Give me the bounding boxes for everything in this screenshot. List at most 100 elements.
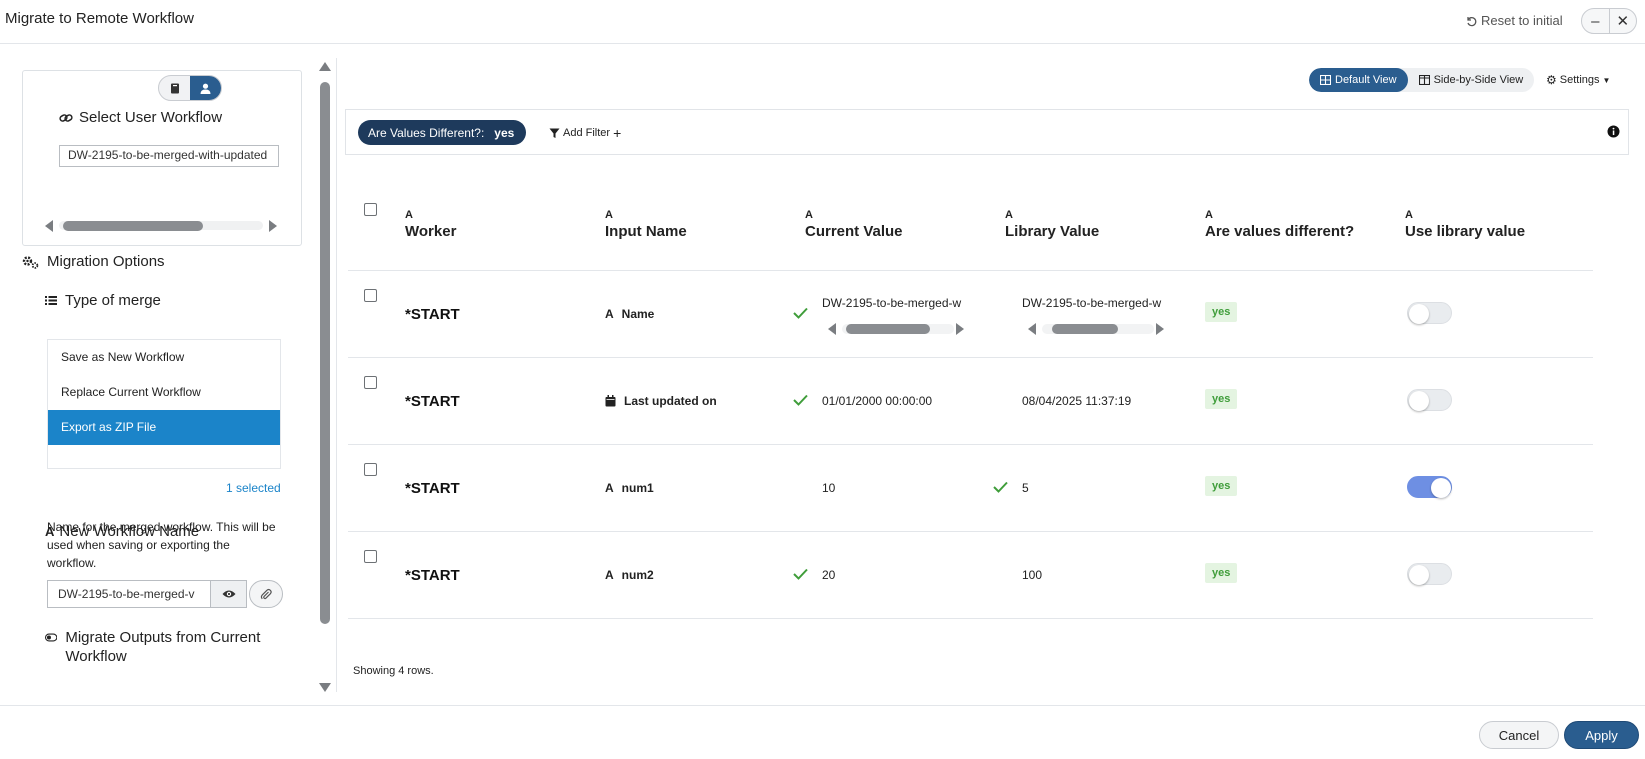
input-name: num1 (621, 481, 654, 495)
select-user-workflow-label: Select User Workflow (79, 109, 223, 126)
table-header-row: A Worker A Input Name A Current Value A … (348, 165, 1593, 271)
table-row: *START A num2 20 100 yes (348, 532, 1593, 619)
reset-to-initial-button[interactable]: Reset to initial (1465, 13, 1563, 28)
user-source-button[interactable] (190, 76, 221, 100)
current-value-hscroll[interactable] (826, 321, 966, 337)
use-library-toggle[interactable] (1407, 389, 1452, 411)
check-icon (793, 568, 808, 580)
scroll-thumb[interactable] (1052, 324, 1118, 334)
merge-option-replace[interactable]: Replace Current Workflow (48, 375, 280, 410)
column-header-label: Input Name (605, 223, 687, 240)
toggle-knob (1409, 565, 1429, 585)
scroll-thumb[interactable] (846, 324, 930, 334)
scroll-down-icon[interactable] (319, 683, 331, 692)
new-workflow-name-group: DW-2195-to-be-merged-v (47, 580, 283, 608)
type-of-merge-label: Type of merge (65, 292, 161, 309)
columns-icon (1418, 75, 1430, 85)
row-checkbox[interactable] (364, 550, 377, 563)
library-value-hscroll[interactable] (1026, 321, 1166, 337)
migrate-outputs-label: Migrate Outputs from Current Workflow (65, 629, 261, 665)
scroll-left-icon[interactable] (1028, 323, 1036, 335)
column-header-label: Library Value (1005, 223, 1100, 240)
column-header-values-different[interactable]: A Are values different? (1205, 209, 1354, 240)
scroll-right-icon[interactable] (1156, 323, 1164, 335)
text-type-icon: A (1005, 209, 1013, 221)
migration-options-label: Migration Options (47, 253, 165, 270)
side-by-side-view-label: Side-by-Side View (1433, 74, 1524, 86)
merge-option-export-zip[interactable]: Export as ZIP File (48, 410, 280, 445)
scroll-left-icon[interactable] (828, 323, 836, 335)
filter-chip-values-different[interactable]: Are Values Different?: yes (358, 120, 527, 145)
column-header-worker[interactable]: A Worker (405, 209, 456, 240)
check-icon (993, 481, 1008, 493)
side-by-side-view-button[interactable]: Side-by-Side View (1408, 68, 1535, 92)
add-filter-button[interactable]: Add Filter + (549, 125, 621, 141)
merge-type-list: Save as New Workflow Replace Current Wor… (47, 339, 281, 469)
default-view-button[interactable]: Default View (1309, 68, 1408, 92)
paperclip-icon (260, 588, 272, 599)
use-library-toggle[interactable] (1407, 476, 1452, 498)
title-bar: Migrate to Remote Workflow Reset to init… (0, 0, 1645, 44)
current-value-cell: DW-2195-to-be-merged-w (822, 296, 962, 310)
close-button[interactable]: ✕ (1610, 9, 1637, 33)
undo-icon (1467, 16, 1477, 26)
left-panel-vscroll[interactable] (318, 62, 332, 692)
dialog-footer: Cancel Apply (0, 705, 1645, 759)
plus-icon: + (613, 125, 622, 141)
use-library-toggle[interactable] (1407, 302, 1452, 324)
row-checkbox[interactable] (364, 289, 377, 302)
user-workflow-input[interactable]: DW-2195-to-be-merged-with-updated (59, 145, 279, 167)
text-type-icon: A (1205, 209, 1213, 221)
workflow-source-switch (158, 75, 222, 101)
merge-option-save-new[interactable]: Save as New Workflow (48, 340, 280, 375)
window-controls: – ✕ (1581, 8, 1637, 34)
user-icon (200, 83, 211, 94)
scroll-thumb[interactable] (320, 82, 330, 624)
scroll-right-icon[interactable] (956, 323, 964, 335)
check-icon (793, 307, 808, 319)
caret-down-icon: ▼ (1602, 75, 1611, 85)
calendar-icon (605, 395, 616, 407)
attach-button[interactable] (249, 580, 283, 608)
text-type-icon: A (605, 481, 614, 495)
table-icon (1320, 75, 1331, 85)
cancel-button[interactable]: Cancel (1479, 721, 1559, 749)
settings-label: Settings (1559, 74, 1600, 86)
column-header-label: Current Value (805, 223, 903, 240)
toggle-knob (1409, 391, 1429, 411)
info-icon[interactable] (1607, 125, 1620, 143)
row-count: Showing 4 rows. (353, 665, 434, 677)
scroll-right-icon[interactable] (269, 220, 277, 232)
minimize-button[interactable]: – (1582, 9, 1610, 33)
column-header-input-name[interactable]: A Input Name (605, 209, 687, 240)
scroll-left-icon[interactable] (45, 220, 53, 232)
scroll-up-icon[interactable] (319, 62, 331, 71)
input-name: num2 (621, 568, 654, 582)
filter-bar: Are Values Different?: yes Add Filter + (345, 109, 1629, 155)
column-header-library-value[interactable]: A Library Value (1005, 209, 1099, 240)
worker-cell: *START (405, 567, 460, 584)
select-all-checkbox[interactable] (364, 203, 377, 216)
row-checkbox[interactable] (364, 376, 377, 389)
preview-name-button[interactable] (211, 580, 247, 608)
column-header-label: Use library value (1405, 223, 1526, 240)
new-workflow-name-input[interactable]: DW-2195-to-be-merged-v (47, 580, 211, 608)
library-value-cell: DW-2195-to-be-merged-w (1022, 296, 1162, 310)
gear-icon: ⚙ (1546, 73, 1557, 87)
text-type-icon: A (805, 209, 813, 221)
scroll-thumb[interactable] (63, 221, 203, 231)
view-mode-toggle: Default View Side-by-Side View (1309, 68, 1535, 92)
different-badge: yes (1205, 476, 1238, 496)
user-workflow-hscroll[interactable] (43, 216, 279, 234)
input-name-cell: A Name (605, 307, 654, 321)
text-type-icon: A (405, 209, 413, 221)
input-name: Last updated on (624, 394, 717, 408)
settings-dropdown[interactable]: ⚙ Settings ▼ (1546, 73, 1610, 87)
use-library-toggle[interactable] (1407, 563, 1452, 585)
column-header-current-value[interactable]: A Current Value (805, 209, 903, 240)
library-source-button[interactable] (159, 76, 190, 100)
apply-button[interactable]: Apply (1564, 721, 1639, 749)
toggle-knob (1431, 478, 1451, 498)
row-checkbox[interactable] (364, 463, 377, 476)
column-header-use-library-value[interactable]: A Use library value (1405, 209, 1525, 240)
